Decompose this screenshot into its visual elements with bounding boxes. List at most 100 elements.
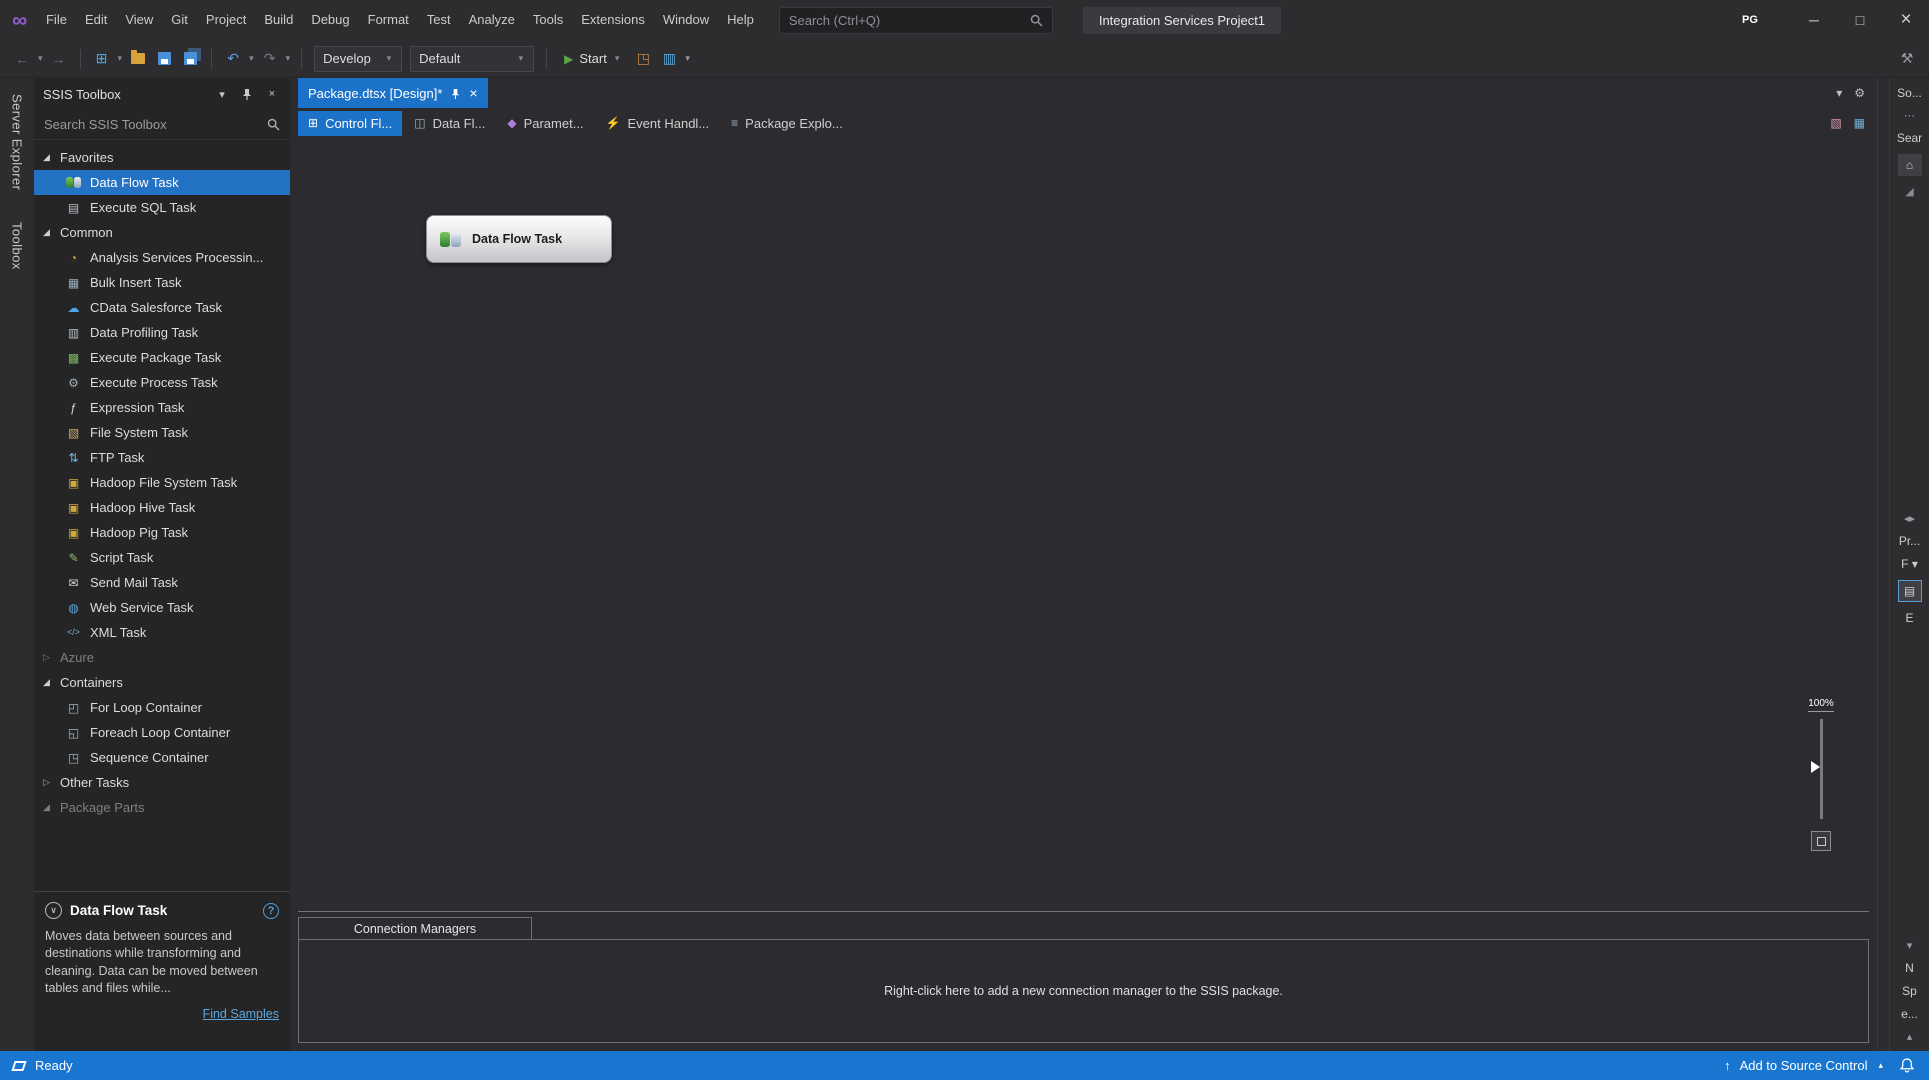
design-tab-event-handl[interactable]: ⚡Event Handl...	[596, 111, 720, 136]
connection-managers-area[interactable]: Right-click here to add a new connection…	[298, 939, 1869, 1043]
toolbox-item-xml-task[interactable]: </>XML Task	[34, 620, 290, 645]
navigate-back-button[interactable]: ←	[10, 45, 34, 73]
tab-list-caret-icon[interactable]: ▾	[1836, 86, 1842, 100]
collapse-description-button[interactable]: ∨	[45, 902, 62, 919]
toolbox-section-azure[interactable]: ▷Azure	[34, 645, 290, 670]
toolbox-item-ftp-task[interactable]: ⇅FTP Task	[34, 445, 290, 470]
properties-object-dropdown[interactable]: F ▾	[1901, 557, 1918, 571]
help-icon[interactable]: ?	[263, 903, 279, 919]
control-flow-design-surface[interactable]: Data Flow Task 100%	[298, 138, 1877, 911]
home-button[interactable]: ⌂	[1898, 154, 1922, 176]
toolbox-item-execute-process-task[interactable]: ⚙Execute Process Task	[34, 370, 290, 395]
rail-tab-toolbox[interactable]: Toolbox	[10, 222, 25, 270]
properties-collapsed-label[interactable]: Pr...	[1899, 534, 1920, 548]
resize-grip-icon[interactable]: ◢	[1905, 185, 1913, 198]
menu-test[interactable]: Test	[418, 0, 460, 40]
toolbox-item-file-system-task[interactable]: ▧File System Task	[34, 420, 290, 445]
menu-debug[interactable]: Debug	[302, 0, 358, 40]
toolbox-section-package-parts[interactable]: ◢Package Parts	[34, 795, 290, 820]
minimize-button[interactable]: ─	[1791, 0, 1837, 40]
solution-explorer-collapsed-label[interactable]: So...	[1897, 86, 1922, 100]
properties-categorized-button[interactable]: ▤	[1898, 580, 1922, 602]
zoom-fit-button[interactable]	[1811, 831, 1831, 851]
toolbox-section-other-tasks[interactable]: ▷Other Tasks	[34, 770, 290, 795]
toolbox-item-for-loop-container[interactable]: ◰For Loop Container	[34, 695, 290, 720]
start-caret-icon[interactable]: ▾	[613, 53, 622, 64]
quick-search-input[interactable]: Search (Ctrl+Q)	[779, 7, 1053, 34]
toolbox-item-hadoop-pig-task[interactable]: ▣Hadoop Pig Task	[34, 520, 290, 545]
panel-close-button[interactable]: ×	[263, 88, 281, 100]
menu-help[interactable]: Help	[718, 0, 763, 40]
redo-caret-icon[interactable]: ▾	[284, 53, 293, 64]
avatar[interactable]: PG	[1737, 7, 1763, 33]
start-debug-button[interactable]: ▶ Start ▾	[556, 45, 629, 73]
overflow-dots-icon[interactable]: ⋯	[1904, 109, 1915, 122]
toolbox-section-favorites[interactable]: ◢Favorites	[34, 145, 290, 170]
table-icon[interactable]: ▦	[1854, 116, 1865, 130]
toolbox-item-foreach-loop-container[interactable]: ◱Foreach Loop Container	[34, 720, 290, 745]
menu-window[interactable]: Window	[654, 0, 718, 40]
menu-format[interactable]: Format	[359, 0, 418, 40]
zoom-slider-thumb[interactable]	[1811, 761, 1820, 773]
toolbox-item-cdata-salesforce-task[interactable]: ☁CData Salesforce Task	[34, 295, 290, 320]
solution-configurations-dropdown[interactable]: Develop ▾	[314, 46, 402, 72]
toolbox-item-sequence-container[interactable]: ◳Sequence Container	[34, 745, 290, 770]
redo-button[interactable]: ↷	[258, 45, 282, 73]
properties-grid-fragment[interactable]: E	[1905, 611, 1913, 625]
menu-edit[interactable]: Edit	[76, 0, 116, 40]
connection-managers-tab[interactable]: Connection Managers	[298, 917, 532, 940]
toolbox-item-execute-package-task[interactable]: ▩Execute Package Task	[34, 345, 290, 370]
gear-icon[interactable]: ⚙	[1854, 86, 1865, 100]
undo-caret-icon[interactable]: ▾	[247, 53, 256, 64]
property-fragment-e[interactable]: e...	[1901, 1007, 1918, 1021]
notifications-bell-icon[interactable]	[1900, 1058, 1914, 1073]
tools-button[interactable]: ⚒	[1895, 45, 1919, 73]
menu-view[interactable]: View	[116, 0, 162, 40]
save-all-button[interactable]	[178, 45, 202, 73]
design-tab-package-explo[interactable]: ≡Package Explo...	[721, 111, 853, 136]
image-button[interactable]: ▥	[657, 45, 681, 73]
tab-close-icon[interactable]: ×	[469, 85, 477, 101]
scroll-up-button[interactable]: ▴	[1907, 1030, 1913, 1043]
rail-tab-server-explorer[interactable]: Server Explorer	[10, 94, 25, 190]
property-fragment-n[interactable]: N	[1905, 961, 1914, 975]
menu-project[interactable]: Project	[197, 0, 255, 40]
property-fragment-sp[interactable]: Sp	[1902, 984, 1917, 998]
toolbox-item-web-service-task[interactable]: ◍Web Service Task	[34, 595, 290, 620]
design-tab-data-fl[interactable]: ◫Data Fl...	[404, 111, 495, 136]
toolbox-section-containers[interactable]: ◢Containers	[34, 670, 290, 695]
search-collapsed-label[interactable]: Sear	[1897, 131, 1922, 145]
menu-tools[interactable]: Tools	[524, 0, 572, 40]
design-tab-control-fl[interactable]: ⊞Control Fl...	[298, 111, 402, 136]
toolbox-item-execute-sql-task[interactable]: ▤Execute SQL Task	[34, 195, 290, 220]
toolbox-section-common[interactable]: ◢Common	[34, 220, 290, 245]
toolbar-overflow-button[interactable]: ▾	[683, 53, 692, 64]
toolbox-search-input[interactable]: Search SSIS Toolbox	[34, 110, 290, 140]
deployment-button[interactable]: ◳	[631, 45, 655, 73]
add-to-source-control-button[interactable]: Add to Source Control	[1740, 1058, 1868, 1073]
save-button[interactable]	[152, 45, 176, 73]
toolbox-item-hadoop-hive-task[interactable]: ▣Hadoop Hive Task	[34, 495, 290, 520]
design-tab-paramet[interactable]: ◆Paramet...	[497, 111, 593, 136]
window-position-button[interactable]: ▾	[213, 88, 231, 101]
solution-platforms-dropdown[interactable]: Default ▾	[410, 46, 534, 72]
menu-extensions[interactable]: Extensions	[572, 0, 654, 40]
pin-icon[interactable]	[238, 88, 256, 100]
new-project-caret-icon[interactable]: ▾	[116, 53, 125, 64]
new-project-button[interactable]: ⊞	[90, 45, 114, 73]
toolbox-item-hadoop-file-system-task[interactable]: ▣Hadoop File System Task	[34, 470, 290, 495]
open-file-button[interactable]	[126, 45, 150, 73]
menu-git[interactable]: Git	[162, 0, 197, 40]
toolbox-item-bulk-insert-task[interactable]: ▦Bulk Insert Task	[34, 270, 290, 295]
find-samples-link[interactable]: Find Samples	[45, 1007, 279, 1021]
editor-vertical-scrollbar[interactable]	[1877, 78, 1889, 1051]
source-control-caret-icon[interactable]: ▴	[1876, 1060, 1885, 1071]
zoom-slider[interactable]	[1820, 719, 1823, 819]
close-button[interactable]: ×	[1883, 0, 1929, 40]
scroll-down-button[interactable]: ▾	[1907, 939, 1913, 952]
undo-button[interactable]: ↶	[221, 45, 245, 73]
data-flow-task-node[interactable]: Data Flow Task	[426, 215, 612, 263]
toolbox-item-analysis-services-processin[interactable]: ◔Analysis Services Processin...	[34, 245, 290, 270]
toolbox-item-data-flow-task[interactable]: Data Flow Task	[34, 170, 290, 195]
pin-icon[interactable]	[451, 88, 460, 99]
